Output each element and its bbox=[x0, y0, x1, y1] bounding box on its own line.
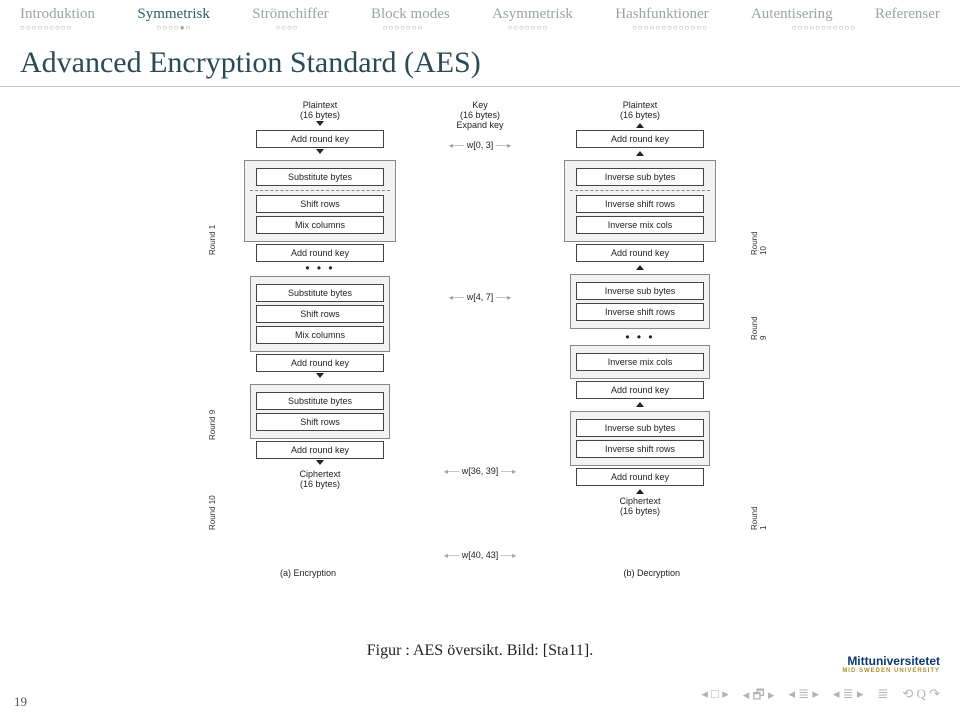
nav-icon[interactable]: ⟲ Q ↷ bbox=[902, 686, 940, 708]
slide: Introduktion Symmetrisk Strömchiffer Block … bbox=[0, 0, 960, 720]
section-tab[interactable]: Symmetrisk bbox=[137, 6, 210, 23]
page-title: Advanced Encryption Standard (AES) bbox=[0, 42, 960, 87]
section-tab[interactable]: Referenser bbox=[875, 6, 940, 23]
round-label: Round 10 bbox=[208, 495, 217, 530]
section-tab[interactable]: Introduktion bbox=[20, 6, 95, 23]
decryption-column: Plaintext(16 bytes) Add round key Invers… bbox=[540, 100, 740, 516]
section-tabs: Introduktion Symmetrisk Strömchiffer Block … bbox=[0, 0, 960, 23]
nav-icon[interactable]: ◂ □ ▸ bbox=[701, 686, 728, 708]
round-label: Round 10 bbox=[750, 231, 768, 255]
subcap-right: (b) Decryption bbox=[623, 568, 680, 578]
section-tab[interactable]: Strömchiffer bbox=[252, 6, 328, 23]
box-add-round-key: Add round key bbox=[256, 130, 384, 148]
page-number: 19 bbox=[14, 694, 27, 710]
round-label: Round 1 bbox=[750, 506, 768, 530]
round-group: Substitute bytes Shift rows Mix columns bbox=[250, 276, 390, 352]
nav-icon[interactable]: ◂ ≣ ▸ bbox=[789, 686, 819, 708]
progress-dot-group: ○○○○●○ bbox=[156, 23, 191, 32]
nav-icon[interactable]: ◂ ≣ ▸ bbox=[833, 686, 863, 708]
beamer-nav-icons[interactable]: ◂ □ ▸ ◂ 🗗 ▸ ◂ ≣ ▸ ◂ ≣ ▸ ≣ ⟲ Q ↷ bbox=[701, 686, 940, 708]
progress-dot-group: ○○○○○○○ bbox=[507, 23, 548, 32]
subcap-left: (a) Encryption bbox=[280, 568, 336, 578]
progress-dot-group: ○○○○○○○○○○○ bbox=[792, 23, 856, 32]
round-label: Round 9 bbox=[750, 316, 768, 340]
progress-dot-group: ○○○○○○○○○ bbox=[20, 23, 73, 32]
key-column: Key(16 bytes)Expand key ◂── w[0, 3] ──▸ … bbox=[420, 100, 540, 566]
aes-diagram: Round 1 Round 9 Round 10 Round 10 Round … bbox=[220, 100, 740, 578]
nav-icon[interactable]: ◂ 🗗 ▸ bbox=[743, 686, 775, 708]
round-label: Round 1 bbox=[208, 225, 217, 255]
round-label: Round 9 bbox=[208, 410, 217, 440]
progress-dot-group: ○○○○○○○ bbox=[383, 23, 424, 32]
section-tab[interactable]: Hashfunktioner bbox=[615, 6, 708, 23]
progress-dot-group: ○○○○ bbox=[275, 23, 298, 32]
progress-dot-group: ○○○○○○○○○○○○○ bbox=[632, 23, 708, 32]
progress-dots: ○○○○○○○○○○○○○●○○○○○○○○○○○○○○○○○○○○○○○○○○… bbox=[0, 23, 960, 42]
figure-caption: Figur : AES översikt. Bild: [Sta11]. bbox=[0, 642, 960, 660]
encryption-column: Plaintext(16 bytes) Add round key Substi… bbox=[220, 100, 420, 489]
nav-icon[interactable]: ≣ bbox=[877, 686, 888, 708]
section-tab[interactable]: Autentisering bbox=[751, 6, 833, 23]
section-tab[interactable]: Block modes bbox=[371, 6, 450, 23]
university-logo: Mittuniversitetet MID SWEDEN UNIVERSITY bbox=[842, 654, 940, 674]
round-group: Substitute bytes Shift rows Mix columns bbox=[244, 160, 396, 242]
round-group: Substitute bytes Shift rows bbox=[250, 384, 390, 439]
section-tab[interactable]: Asymmetrisk bbox=[492, 6, 573, 23]
